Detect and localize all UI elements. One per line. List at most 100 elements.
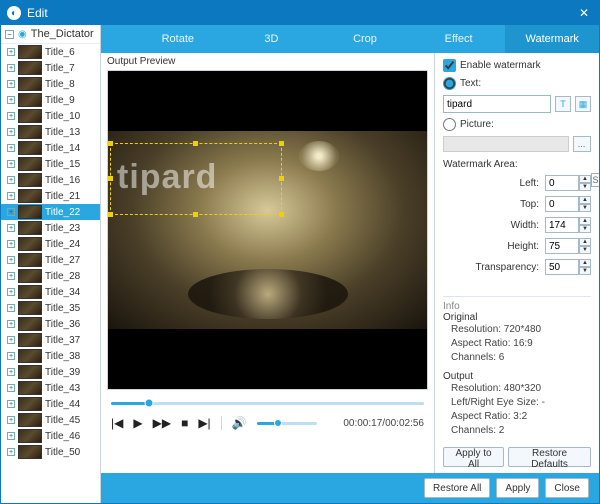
expand-icon[interactable]: + — [7, 112, 15, 120]
expand-icon[interactable]: + — [7, 256, 15, 264]
sidebar-item[interactable]: +Title_23 — [1, 220, 100, 236]
play-button[interactable]: ▶ — [133, 416, 142, 430]
collapse-icon[interactable]: − — [5, 30, 14, 39]
color-button[interactable]: ▦ — [575, 96, 591, 112]
resize-handle[interactable] — [108, 141, 113, 146]
expand-icon[interactable]: + — [7, 96, 15, 104]
top-input[interactable] — [545, 196, 579, 212]
sidebar-item[interactable]: +Title_35 — [1, 300, 100, 316]
sidebar-item[interactable]: +Title_28 — [1, 268, 100, 284]
expand-icon[interactable]: + — [7, 48, 15, 56]
enable-watermark-checkbox[interactable] — [443, 59, 456, 72]
volume-knob[interactable] — [274, 419, 282, 427]
apply-to-all-button[interactable]: Apply to All — [443, 447, 504, 467]
resize-handle[interactable] — [108, 176, 113, 181]
close-button[interactable]: Close — [545, 478, 589, 498]
sidebar-root[interactable]: − ◉ The_Dictator — [1, 25, 100, 44]
left-input[interactable] — [545, 175, 579, 191]
expand-icon[interactable]: + — [7, 448, 15, 456]
tab-3d[interactable]: 3D — [225, 25, 319, 53]
spin-up-icon[interactable]: ▲ — [579, 238, 591, 246]
sidebar-item[interactable]: +Title_13 — [1, 124, 100, 140]
seek-knob[interactable] — [144, 399, 153, 408]
fast-forward-button[interactable]: ▶▶ — [153, 416, 171, 430]
sidebar-item[interactable]: +Title_43 — [1, 380, 100, 396]
transparency-spinner[interactable]: ▲▼ — [545, 259, 591, 275]
expand-icon[interactable]: + — [7, 192, 15, 200]
spin-up-icon[interactable]: ▲ — [579, 196, 591, 204]
sidebar-item[interactable]: +Title_16 — [1, 172, 100, 188]
sidebar-item[interactable]: +Title_21 — [1, 188, 100, 204]
resize-handle[interactable] — [279, 141, 284, 146]
next-frame-button[interactable]: ▶| — [198, 416, 210, 430]
expand-icon[interactable]: + — [7, 320, 15, 328]
sidebar-item[interactable]: +Title_27 — [1, 252, 100, 268]
sidebar-item[interactable]: +Title_14 — [1, 140, 100, 156]
transparency-input[interactable] — [545, 259, 579, 275]
sidebar-item[interactable]: +Title_50 — [1, 444, 100, 460]
spin-up-icon[interactable]: ▲ — [579, 217, 591, 225]
expand-icon[interactable]: + — [7, 80, 15, 88]
expand-icon[interactable]: + — [7, 224, 15, 232]
top-spinner[interactable]: ▲▼ — [545, 196, 591, 212]
watermark-bounding-box[interactable]: tipard — [110, 143, 282, 215]
expand-icon[interactable]: + — [7, 336, 15, 344]
volume-icon[interactable]: 🔊 — [232, 416, 247, 430]
expand-icon[interactable]: + — [7, 208, 15, 216]
expand-icon[interactable]: + — [7, 240, 15, 248]
sidebar-item[interactable]: +Title_38 — [1, 348, 100, 364]
sidebar-item[interactable]: +Title_22 — [1, 204, 100, 220]
resize-handle[interactable] — [279, 176, 284, 181]
expand-icon[interactable]: + — [7, 352, 15, 360]
side-flag[interactable]: S — [591, 173, 599, 187]
sidebar-item[interactable]: +Title_10 — [1, 108, 100, 124]
resize-handle[interactable] — [193, 212, 198, 217]
expand-icon[interactable]: + — [7, 400, 15, 408]
volume-slider[interactable] — [257, 422, 317, 425]
tab-watermark[interactable]: Watermark — [505, 25, 599, 53]
expand-icon[interactable]: + — [7, 128, 15, 136]
resize-handle[interactable] — [108, 212, 113, 217]
expand-icon[interactable]: + — [7, 384, 15, 392]
sidebar-item[interactable]: +Title_45 — [1, 412, 100, 428]
sidebar-item[interactable]: +Title_39 — [1, 364, 100, 380]
sidebar-item[interactable]: +Title_34 — [1, 284, 100, 300]
expand-icon[interactable]: + — [7, 432, 15, 440]
sidebar-item[interactable]: +Title_24 — [1, 236, 100, 252]
expand-icon[interactable]: + — [7, 368, 15, 376]
expand-icon[interactable]: + — [7, 64, 15, 72]
tab-crop[interactable]: Crop — [318, 25, 412, 53]
watermark-text-input[interactable] — [443, 95, 551, 113]
sidebar-item[interactable]: +Title_7 — [1, 60, 100, 76]
browse-button[interactable]: … — [573, 136, 591, 152]
spin-down-icon[interactable]: ▼ — [579, 246, 591, 254]
expand-icon[interactable]: + — [7, 272, 15, 280]
sidebar-item[interactable]: +Title_6 — [1, 44, 100, 60]
sidebar-item[interactable]: +Title_9 — [1, 92, 100, 108]
height-input[interactable] — [545, 238, 579, 254]
sidebar-item[interactable]: +Title_15 — [1, 156, 100, 172]
restore-all-button[interactable]: Restore All — [424, 478, 490, 498]
left-spinner[interactable]: ▲▼ — [545, 175, 591, 191]
stop-button[interactable]: ■ — [181, 416, 188, 430]
spin-down-icon[interactable]: ▼ — [579, 267, 591, 275]
tab-effect[interactable]: Effect — [412, 25, 506, 53]
seek-bar[interactable] — [111, 398, 424, 408]
expand-icon[interactable]: + — [7, 288, 15, 296]
apply-button[interactable]: Apply — [496, 478, 539, 498]
resize-handle[interactable] — [279, 212, 284, 217]
sidebar-item[interactable]: +Title_37 — [1, 332, 100, 348]
resize-handle[interactable] — [193, 141, 198, 146]
expand-icon[interactable]: + — [7, 416, 15, 424]
height-spinner[interactable]: ▲▼ — [545, 238, 591, 254]
seek-track[interactable] — [111, 402, 424, 405]
sidebar-item[interactable]: +Title_8 — [1, 76, 100, 92]
sidebar-item[interactable]: +Title_46 — [1, 428, 100, 444]
spin-up-icon[interactable]: ▲ — [579, 259, 591, 267]
spin-down-icon[interactable]: ▼ — [579, 225, 591, 233]
expand-icon[interactable]: + — [7, 304, 15, 312]
close-icon[interactable]: ✕ — [575, 6, 593, 20]
sidebar-item[interactable]: +Title_44 — [1, 396, 100, 412]
picture-radio[interactable] — [443, 118, 456, 131]
prev-frame-button[interactable]: |◀ — [111, 416, 123, 430]
